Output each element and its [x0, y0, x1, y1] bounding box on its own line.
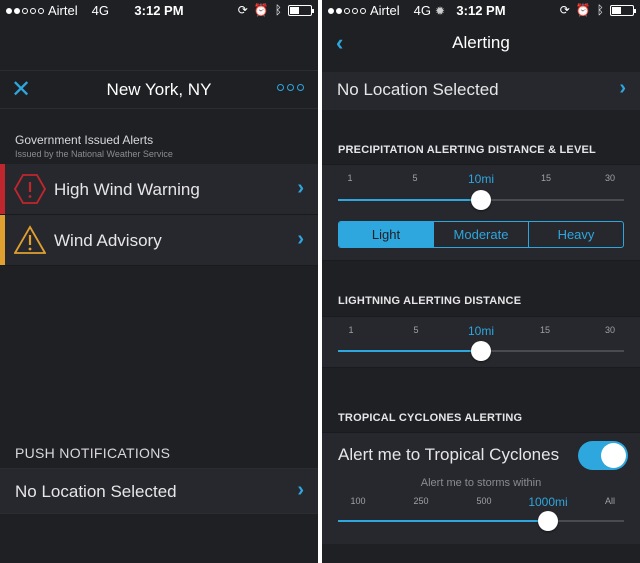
tick-label: 1 [348, 325, 354, 335]
tick-label: 5 [412, 173, 418, 183]
precip-distance-slider[interactable] [338, 190, 624, 210]
battery-icon [610, 4, 636, 16]
slider-fill [338, 199, 481, 201]
more-button[interactable] [277, 84, 304, 91]
tropical-distance-slider[interactable] [338, 511, 624, 531]
storms-within-label: Alert me to storms within [420, 477, 542, 489]
precip-level-selector[interactable]: Light Moderate Heavy [338, 221, 624, 248]
location-header: ✕ New York, NY [0, 70, 318, 109]
warning-triangle-icon [14, 225, 46, 254]
push-location-row[interactable]: No Location Selected › [0, 468, 318, 514]
tick-label: 15 [539, 325, 551, 335]
bluetooth-icon: ᛒ [596, 3, 604, 17]
level-moderate-button[interactable]: Moderate [434, 222, 529, 247]
alarm-icon: ⏰ [575, 3, 591, 17]
alerts-section-header: Government Issued Alerts Issued by the N… [15, 133, 173, 159]
push-notifications-title: PUSH NOTIFICATIONS [15, 445, 171, 461]
slider-fill [338, 520, 548, 522]
tick-label-selected: 10mi [467, 172, 495, 186]
battery-icon [288, 4, 314, 16]
tropical-block: Alert me to Tropical Cyclones Alert me t… [322, 432, 640, 544]
chevron-right-icon: › [297, 228, 304, 250]
chevron-right-icon: › [297, 479, 304, 501]
page-title: New York, NY [106, 80, 212, 99]
tick-label: 500 [476, 496, 492, 506]
switch-knob [601, 443, 626, 468]
lightning-distance-slider[interactable] [338, 341, 624, 361]
slider-fill [338, 350, 481, 352]
slider-thumb[interactable] [538, 511, 558, 531]
alerts-section-title: Government Issued Alerts [15, 133, 154, 147]
warning-octagon-icon [14, 174, 46, 204]
level-heavy-button[interactable]: Heavy [529, 222, 623, 247]
page-title: Alerting [452, 33, 510, 52]
tropical-section-title: TROPICAL CYCLONES ALERTING [338, 412, 523, 424]
left-screen: Airtel 4G 3:12 PM ⟳ ⏰ ᛒ ✕ New York, NY G… [0, 0, 318, 563]
tick-label: 5 [413, 325, 419, 335]
lightning-ticks: 1 5 10mi 15 30 [322, 324, 640, 339]
tick-label: 30 [604, 173, 616, 183]
precip-ticks: 1 5 10mi 15 30 [322, 172, 640, 187]
tick-label: All [604, 496, 616, 506]
push-location-label: No Location Selected [15, 482, 177, 501]
alarm-icon: ⏰ [253, 3, 269, 17]
tropical-toggle-switch[interactable] [578, 441, 628, 470]
tick-label-selected: 10mi [467, 324, 495, 338]
tick-label: 15 [540, 173, 552, 183]
alert-row-high-wind-warning[interactable]: High Wind Warning › [0, 164, 318, 215]
precip-section-title: PRECIPITATION ALERTING DISTANCE & LEVEL [338, 144, 596, 156]
tick-label: 30 [604, 325, 616, 335]
location-label: No Location Selected [337, 80, 499, 99]
status-right: ⟳ ⏰ ᛒ [559, 3, 636, 17]
level-light-button[interactable]: Light [339, 222, 434, 247]
lightning-section-title: LIGHTNING ALERTING DISTANCE [338, 295, 522, 307]
location-row[interactable]: No Location Selected › [322, 72, 640, 110]
bluetooth-icon: ᛒ [274, 3, 282, 17]
right-screen: Airtel 4G ✹ 3:12 PM ⟳ ⏰ ᛒ ‹ Alerting No … [322, 0, 640, 563]
tick-label: 250 [413, 496, 429, 506]
chevron-right-icon: › [619, 77, 626, 99]
slider-thumb[interactable] [471, 190, 491, 210]
lightning-block: 1 5 10mi 15 30 [322, 316, 640, 368]
alert-label: Wind Advisory [54, 231, 162, 250]
precip-block: 1 5 10mi 15 30 Light Moderate Heavy [322, 164, 640, 261]
alerts-section-subtitle: Issued by the National Weather Service [15, 149, 173, 159]
tropical-ticks: 100 250 500 1000mi All [322, 495, 640, 510]
status-right: ⟳ ⏰ ᛒ [237, 3, 314, 17]
status-bar: Airtel 4G ✹ 3:12 PM ⟳ ⏰ ᛒ [322, 0, 640, 22]
status-bar: Airtel 4G 3:12 PM ⟳ ⏰ ᛒ [0, 0, 318, 22]
chevron-right-icon: › [297, 177, 304, 199]
alert-row-wind-advisory[interactable]: Wind Advisory › [0, 215, 318, 266]
alert-stripe [0, 164, 5, 214]
alert-label: High Wind Warning [54, 180, 200, 199]
tropical-toggle-label: Alert me to Tropical Cyclones [338, 445, 560, 464]
tick-label-selected: 1000mi [528, 495, 568, 509]
tick-label: 1 [347, 173, 353, 183]
slider-thumb[interactable] [471, 341, 491, 361]
rotation-lock-icon: ⟳ [237, 3, 248, 17]
tick-label: 100 [350, 496, 366, 506]
rotation-lock-icon: ⟳ [559, 3, 570, 17]
alert-stripe [0, 215, 5, 265]
